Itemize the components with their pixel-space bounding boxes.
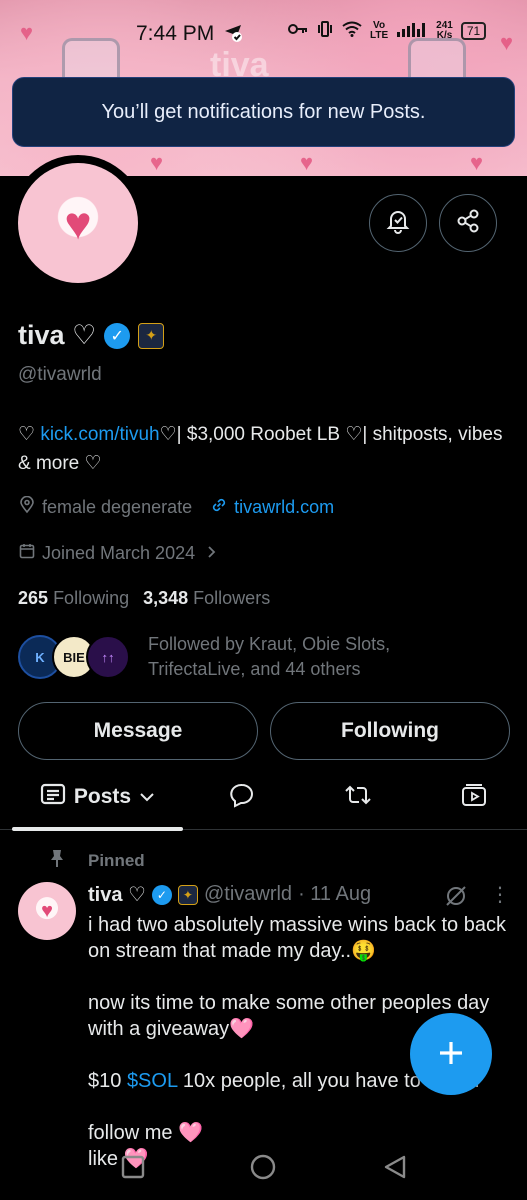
message-button[interactable]: Message — [18, 702, 258, 760]
profile-meta-row: female degenerate tivawrld.com — [18, 495, 334, 519]
profile-name-row: tiva ♡ ✓ ✦ — [18, 320, 165, 351]
clock: 7:44 PM — [136, 22, 215, 45]
signal-icon — [396, 20, 428, 42]
post-date[interactable]: · 11 Aug — [298, 883, 371, 906]
display-name: tiva ♡ — [18, 320, 97, 350]
heart-decoration: ♥ — [150, 150, 164, 175]
system-nav-bar — [0, 1140, 527, 1200]
tab-reposts[interactable] — [328, 764, 388, 830]
recents-button-icon[interactable] — [118, 1152, 148, 1182]
profile-tabs: Posts — [0, 764, 527, 831]
share-icon — [455, 208, 481, 239]
bio-link[interactable]: kick.com/tivuh — [40, 424, 159, 445]
pinned-indicator: Pinned — [48, 848, 145, 873]
profile-website[interactable]: tivawrld.com — [234, 497, 334, 518]
notification-bell-button[interactable] — [369, 194, 427, 252]
grok-icon[interactable] — [444, 884, 468, 908]
battery-icon: 71 — [460, 22, 487, 40]
profile-avatar[interactable]: ♥ — [10, 155, 146, 291]
followed-by-row[interactable]: K BIE ↑↑ Followed by Kraut, Obie Slots, … — [18, 632, 448, 682]
affiliate-badge-icon: ✦ — [177, 884, 198, 905]
follower-avatar-trifecta: ↑↑ — [86, 635, 130, 679]
profile-location: female degenerate — [42, 497, 193, 517]
chevron-down-icon — [139, 785, 155, 809]
follow-stats: 265 Following 3,348 Followers — [18, 588, 270, 609]
home-button-icon[interactable] — [248, 1152, 278, 1182]
followed-by-text: Followed by Kraut, Obie Slots, TrifectaL… — [148, 634, 391, 679]
cashtag-link[interactable]: $SOL — [127, 1070, 177, 1092]
volte-indicator: Vo LTE — [370, 20, 389, 41]
bell-check-icon — [385, 208, 411, 239]
notification-toast: You’ll get notifications for new Posts. — [12, 77, 515, 147]
tab-posts[interactable]: Posts — [12, 764, 183, 830]
location-icon — [222, 22, 244, 49]
status-bar: 7:44 PM Vo LTE 241 K/s 71 — [0, 14, 527, 50]
active-tab-indicator — [12, 827, 183, 831]
following-stat[interactable]: 265 Following — [18, 588, 129, 609]
share-button[interactable] — [439, 194, 497, 252]
key-icon — [288, 22, 308, 40]
tab-replies[interactable] — [212, 764, 272, 830]
location-pin-icon — [18, 495, 36, 519]
plus-icon — [436, 1030, 466, 1078]
profile-bio: ♡ kick.com/tivuh♡| $3,000 Roobet LB ♡| s… — [18, 424, 503, 474]
heart-decoration: ♥ — [300, 150, 314, 175]
tab-posts-label: Posts — [73, 785, 132, 808]
link-icon — [210, 496, 228, 519]
affiliate-badge-icon[interactable]: ✦ — [138, 322, 165, 349]
followers-stat[interactable]: 3,348 Followers — [143, 588, 270, 609]
following-button[interactable]: Following — [270, 702, 510, 760]
chevron-right-icon — [205, 543, 217, 564]
heart-decoration: ♥ — [470, 150, 484, 175]
tab-media[interactable] — [444, 764, 504, 830]
post-line: i had two absolutely massive wins back t… — [88, 914, 506, 962]
vibrate-icon — [316, 20, 334, 42]
wifi-icon — [342, 21, 362, 41]
verified-badge-icon: ✓ — [151, 884, 172, 905]
post-author-handle[interactable]: @tivawrld — [204, 883, 292, 906]
back-button-icon[interactable] — [380, 1152, 410, 1182]
pinned-label: Pinned — [88, 850, 145, 870]
network-speed: 241 K/s — [436, 20, 453, 41]
joined-row[interactable]: Joined March 2024 — [18, 542, 217, 565]
reply-bubble-icon — [229, 782, 255, 813]
post-author-name[interactable]: tiva ♡ — [88, 882, 146, 907]
repost-icon — [344, 783, 372, 812]
post-author-avatar[interactable]: ♥ — [18, 882, 76, 940]
verified-badge-icon[interactable]: ✓ — [104, 322, 131, 349]
joined-date: Joined March 2024 — [42, 543, 196, 563]
profile-handle: @tivawrld — [18, 364, 102, 385]
status-icons: Vo LTE 241 K/s 71 — [288, 20, 487, 42]
post-header: tiva ♡ ✓ ✦ @tivawrld · 11 Aug — [88, 882, 371, 907]
calendar-icon — [18, 542, 36, 565]
posts-tab-icon — [40, 783, 66, 811]
media-play-icon — [461, 783, 487, 812]
pin-icon — [48, 848, 66, 873]
toast-message: You’ll get notifications for new Posts. — [101, 100, 426, 123]
more-options-icon[interactable]: ⋮ — [490, 882, 510, 907]
compose-post-button[interactable] — [410, 1013, 492, 1095]
bear-avatar-image: ♥ — [18, 163, 138, 283]
